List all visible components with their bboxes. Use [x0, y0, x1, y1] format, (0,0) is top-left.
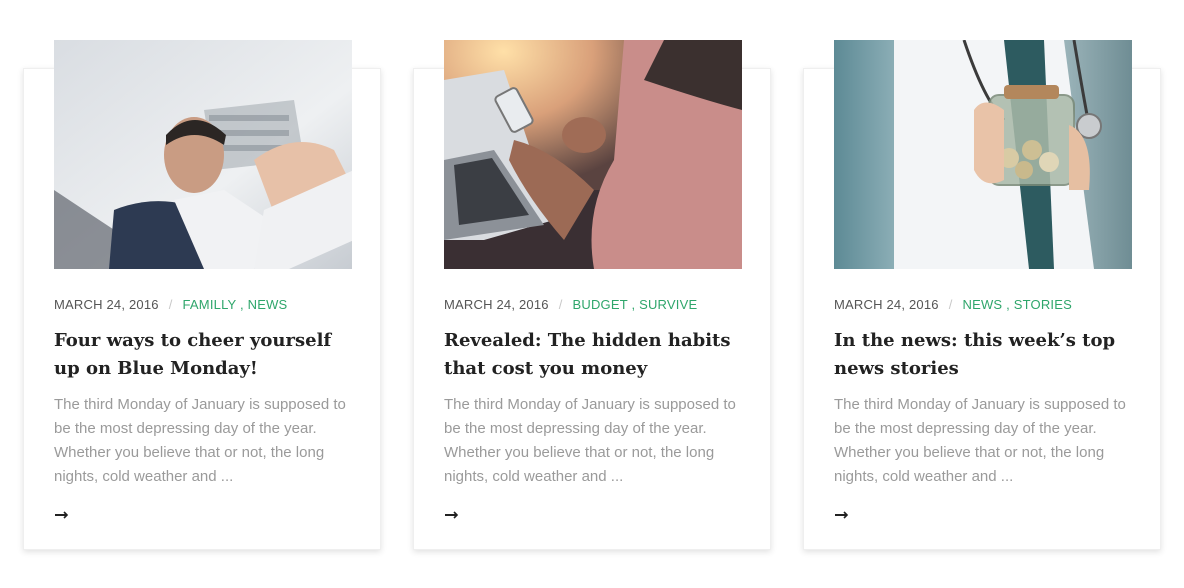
- post-meta: MARCH 24, 2016 / NEWS , STORIES: [834, 297, 1132, 313]
- post-date: MARCH 24, 2016: [834, 297, 939, 312]
- post-thumbnail[interactable]: [444, 40, 742, 269]
- arrow-right-icon[interactable]: [834, 510, 850, 520]
- post-card: MARCH 24, 2016 / FAMILLY , NEWS Four ways …: [23, 40, 381, 550]
- post-meta: MARCH 24, 2016 / BUDGET , SURVIVE: [444, 297, 742, 313]
- post-title[interactable]: Revealed: The hidden habits that cost yo…: [444, 327, 742, 383]
- category-joiner: ,: [1002, 297, 1014, 312]
- post-date: MARCH 24, 2016: [54, 297, 159, 312]
- category-joiner: ,: [627, 297, 640, 312]
- post-card: MARCH 24, 2016 / BUDGET , SURVIVE Revealed…: [413, 40, 771, 550]
- category-link[interactable]: BUDGET: [573, 297, 628, 312]
- category-link[interactable]: NEWS: [248, 297, 288, 312]
- post-thumbnail[interactable]: [834, 40, 1132, 269]
- post-card: MARCH 24, 2016 / NEWS , STORIES In the new…: [803, 40, 1161, 550]
- meta-separator: /: [558, 297, 563, 312]
- post-excerpt: The third Monday of January is supposed …: [834, 396, 1126, 485]
- meta-separator: /: [168, 297, 173, 312]
- post-title[interactable]: Four ways to cheer yourself up on Blue M…: [54, 327, 352, 383]
- category-link[interactable]: SURVIVE: [639, 297, 697, 312]
- post-excerpt: The third Monday of January is supposed …: [444, 396, 736, 485]
- arrow-right-icon[interactable]: [444, 510, 460, 520]
- meta-separator: /: [948, 297, 953, 312]
- category-link[interactable]: NEWS: [963, 297, 1003, 312]
- category-link[interactable]: FAMILLY: [183, 297, 237, 312]
- post-excerpt: The third Monday of January is supposed …: [54, 396, 346, 485]
- category-joiner: ,: [236, 297, 248, 312]
- post-thumbnail[interactable]: [54, 40, 352, 269]
- post-meta: MARCH 24, 2016 / FAMILLY , NEWS: [54, 297, 352, 313]
- post-title[interactable]: In the news: this week’s top news storie…: [834, 327, 1132, 383]
- category-link[interactable]: STORIES: [1014, 297, 1072, 312]
- arrow-right-icon[interactable]: [54, 510, 70, 520]
- post-date: MARCH 24, 2016: [444, 297, 549, 312]
